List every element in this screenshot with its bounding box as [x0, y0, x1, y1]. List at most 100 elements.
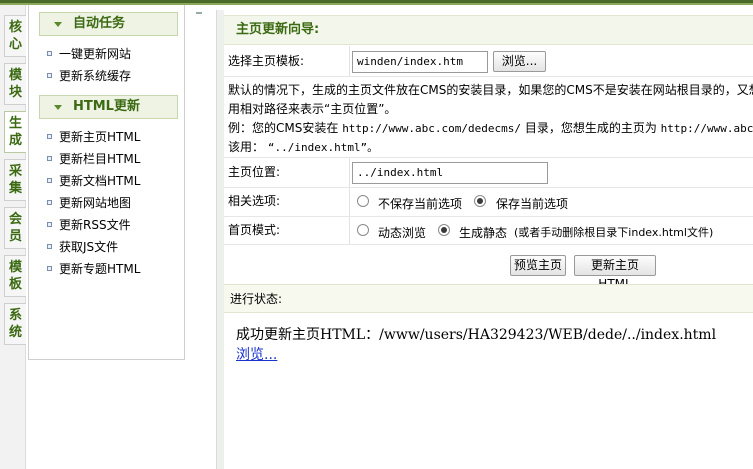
tab-collect-char2: 集: [8, 181, 22, 196]
menu-item-label: 更新专题HTML: [59, 262, 141, 276]
tab-members-char2: 员: [8, 229, 22, 244]
column-divider: [349, 188, 350, 216]
bullet-icon: [47, 266, 52, 271]
tab-generate[interactable]: 生 成: [4, 111, 26, 153]
info-use-path: “../index.html”。: [267, 141, 379, 154]
info-line-2: 用相对路径来表示“主页位置”。: [228, 102, 397, 116]
preview-home-button[interactable]: 预览主页: [510, 255, 566, 276]
bullet-icon: [47, 134, 52, 139]
menu-section-title: 自动任务: [73, 16, 126, 31]
info-line-1: 默认的情况下，生成的主页文件放在CMS的安装目录，如果您的CMS不是安装在网站根…: [228, 83, 753, 97]
bullet-icon: [47, 222, 52, 227]
info-example-mid: 目录，您想生成的主页为: [524, 121, 657, 135]
tab-collect-char1: 采: [8, 164, 22, 179]
panel-splitter[interactable]: [186, 5, 224, 469]
menu-item-update-sitemap[interactable]: 更新网站地图: [45, 193, 131, 213]
menu-item-get-js[interactable]: 获取JS文件: [45, 237, 118, 257]
column-divider: [349, 217, 350, 244]
tab-templates-char2: 板: [8, 277, 22, 292]
menu-item-update-rss[interactable]: 更新RSS文件: [45, 215, 131, 235]
tab-members-char1: 会: [8, 212, 22, 227]
tab-templates[interactable]: 模 板: [4, 255, 26, 297]
location-input[interactable]: ../index.html: [352, 162, 548, 184]
side-menu: 自动任务 一键更新网站 更新系统缓存 HTML更新 更新主页HTML 更新栏目H…: [28, 5, 185, 360]
bullet-icon: [47, 73, 52, 78]
tab-core-char2: 心: [8, 37, 22, 52]
bullet-icon: [47, 244, 52, 249]
menu-item-update-site[interactable]: 一键更新网站: [45, 44, 131, 64]
menu-section-html-update[interactable]: HTML更新: [39, 95, 178, 119]
tab-modules-char2: 块: [8, 85, 22, 100]
page-title: 主页更新向导:: [224, 15, 753, 45]
vertical-tab-strip: 核 心 模 块 生 成 采 集 会 员 模 板 系 统: [0, 5, 26, 469]
template-input[interactable]: winden/index.htm: [352, 51, 488, 73]
no-save-label: 不保存当前选项: [378, 197, 463, 211]
menu-item-update-cache[interactable]: 更新系统缓存: [45, 66, 131, 86]
menu-item-update-docs[interactable]: 更新文档HTML: [45, 171, 140, 191]
template-row: 选择主页模板: winden/index.htm 浏览...: [224, 46, 753, 77]
menu-item-label: 更新文档HTML: [59, 174, 141, 188]
bullet-icon: [47, 156, 52, 161]
column-divider: [349, 158, 350, 187]
tab-collect[interactable]: 采 集: [4, 159, 26, 201]
info-example-prefix: 例：您的CMS安装在: [228, 121, 339, 135]
menu-section-auto-tasks[interactable]: 自动任务: [39, 12, 178, 36]
collapse-arrow-icon: [54, 105, 62, 110]
template-label: 选择主页模板:: [228, 54, 305, 68]
browse-result-link[interactable]: 浏览...: [236, 344, 277, 364]
tab-members[interactable]: 会 员: [4, 207, 26, 249]
browse-button[interactable]: 浏览...: [493, 51, 546, 72]
result-message: 成功更新主页HTML：/www/users/HA329423/WEB/dede/…: [236, 327, 717, 343]
menu-item-label: 获取JS文件: [59, 240, 119, 254]
bullet-icon: [47, 51, 52, 56]
tab-modules[interactable]: 模 块: [4, 63, 26, 105]
menu-item-update-columns[interactable]: 更新栏目HTML: [45, 149, 140, 169]
tab-core[interactable]: 核 心: [4, 15, 26, 57]
info-use-prefix: 该用：: [228, 140, 265, 154]
save-label: 保存当前选项: [496, 197, 569, 211]
main-content: 主页更新向导: 选择主页模板: winden/index.htm 浏览... 默…: [224, 5, 753, 469]
mode-label: 首页模式:: [228, 223, 281, 237]
tab-generate-char2: 成: [8, 133, 22, 148]
update-home-button[interactable]: 更新主页HTML: [574, 255, 656, 291]
mode-row: 首页模式: 动态浏览 生成静态 (或者手动删除根目录下index.html文件): [224, 217, 753, 245]
collapse-grip-icon[interactable]: [196, 12, 202, 18]
static-mode-note: (或者手动删除根目录下index.html文件): [514, 226, 714, 239]
menu-item-update-topics[interactable]: 更新专题HTML: [45, 259, 140, 279]
bullet-icon: [47, 200, 52, 205]
status-header: 进行状态:: [224, 284, 753, 313]
dynamic-mode-label: 动态浏览: [378, 226, 427, 240]
location-label: 主页位置:: [228, 165, 281, 179]
info-line-4: 该用： “../index.html”。: [228, 138, 378, 157]
menu-item-label: 更新系统缓存: [59, 69, 132, 83]
static-mode-radio[interactable]: [438, 224, 450, 236]
bullet-icon: [47, 178, 52, 183]
info-example-url2: http://www.abc.com/: [660, 122, 753, 135]
info-block: 默认的情况下，生成的主页文件放在CMS的安装目录，如果您的CMS不是安装在网站根…: [224, 77, 753, 158]
location-row: 主页位置: ../index.html: [224, 158, 753, 188]
tab-templates-char1: 模: [8, 260, 22, 275]
tab-core-char1: 核: [8, 20, 22, 35]
menu-section-title: HTML更新: [73, 99, 140, 114]
tab-generate-char1: 生: [8, 116, 22, 131]
tab-system-char1: 系: [8, 308, 22, 323]
info-line-3: 例：您的CMS安装在 http://www.abc.com/dedecms/ 目…: [228, 119, 753, 138]
no-save-radio[interactable]: [357, 195, 369, 207]
tab-system-char2: 统: [8, 325, 22, 340]
collapse-arrow-icon: [54, 22, 62, 27]
dynamic-mode-radio[interactable]: [357, 224, 369, 236]
menu-item-label: 更新栏目HTML: [59, 152, 141, 166]
menu-item-label: 一键更新网站: [59, 47, 132, 61]
menu-item-label: 更新RSS文件: [59, 218, 131, 232]
options-row: 相关选项: 不保存当前选项 保存当前选项: [224, 188, 753, 217]
options-label: 相关选项:: [228, 194, 281, 208]
menu-item-label: 更新主页HTML: [59, 130, 141, 144]
static-mode-label: 生成静态: [459, 226, 508, 240]
tab-modules-char1: 模: [8, 68, 22, 83]
menu-item-update-home[interactable]: 更新主页HTML: [45, 127, 140, 147]
info-example-url: http://www.abc.com/dedecms/: [342, 122, 521, 135]
tab-system[interactable]: 系 统: [4, 303, 26, 345]
splitter-bar: [216, 10, 224, 469]
save-radio[interactable]: [474, 195, 486, 207]
column-divider: [349, 46, 350, 76]
